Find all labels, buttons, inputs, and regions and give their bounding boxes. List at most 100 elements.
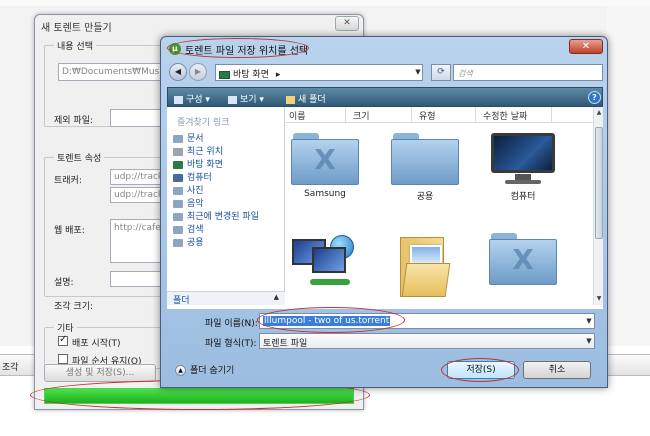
maker-title: 새 토렌트 만들기 [41,23,112,34]
scroll-up-icon[interactable]: ▲ [594,109,603,116]
list-item[interactable] [385,233,465,303]
vertical-scrollbar[interactable]: ▲ ▼ [593,107,603,305]
organize-icon [174,95,183,104]
help-icon[interactable]: ? [588,91,601,104]
views-button[interactable]: 보기 ▾ [228,92,264,105]
piece-size-label: 조각 크기: [54,302,94,312]
organize-label: 구성 ▾ [186,95,210,105]
computer-icon [491,133,555,185]
content-path-field[interactable]: D:₩Documents₩Music₩ [58,63,168,81]
favorite-documents[interactable]: 문서 [173,131,204,144]
column-modified[interactable]: 수정한 날짜 [483,109,527,122]
music-icon [173,199,183,208]
new-folder-button[interactable]: 새 폴더 [286,92,326,105]
item-label: 컴퓨터 [510,192,536,202]
background-top-strip [0,0,650,6]
chevron-up-icon: ▲ [273,293,279,301]
address-dropdown-icon[interactable]: ▼ [413,65,423,80]
favorite-label: 최근 위치 [187,147,223,157]
scroll-thumb[interactable] [595,127,603,239]
preserve-order-checkbox[interactable] [58,354,68,364]
views-icon [228,95,237,104]
back-arrow-icon[interactable]: ◀ [169,63,187,81]
file-list-pane: 이름 크기 유형 수정한 날짜 X Samsung 공용 컴퓨터 X ▲ ▼ [285,107,603,305]
web-seed-label: 웹 배포: [54,226,85,236]
column-type[interactable]: 유형 [419,109,436,122]
hide-folders-label: 폴더 숨기기 [190,366,235,376]
command-bar: 구성 ▾ 보기 ▾ 새 폴더 ? [167,87,603,107]
favorite-label: 최근에 변경된 파일 [187,212,259,222]
create-and-save-button[interactable]: 생성 및 저장(S)... [44,364,156,382]
refresh-icon[interactable]: ⟳ [431,64,451,81]
favorite-pictures[interactable]: 사진 [173,183,204,196]
favorite-public[interactable]: 공용 [173,235,204,248]
item-label: 공용 [416,192,434,202]
list-item[interactable]: X Samsung [285,133,365,199]
other-group-label: 기타 [54,321,77,334]
favorite-links-header: 즐겨찾기 링크 [177,118,230,128]
pane-bottom-edge [167,305,603,309]
content-group-label: 내용 선택 [54,39,96,52]
favorite-recent-places[interactable]: 최근 위치 [173,144,223,157]
column-header-bar: 이름 크기 유형 수정한 날짜 [285,107,593,123]
navigation-pane: 즐겨찾기 링크 문서 최근 위치 바탕 화면 컴퓨터 사진 음악 최근에 변경된… [167,107,285,305]
background-toolbar-label: 조각 [2,363,19,373]
new-folder-icon [286,95,295,104]
address-chevron-icon[interactable]: ▸ [276,70,281,80]
desktop-icon [173,160,183,169]
scroll-down-icon[interactable]: ▼ [594,295,603,302]
item-label: Samsung [304,189,346,199]
filetype-label: 파일 형식(T): [205,339,257,349]
title-annotation-ellipse [167,38,309,58]
folders-bar[interactable]: 폴더 ▲ [167,291,285,306]
column-size[interactable]: 크기 [353,109,370,122]
favorite-label: 검색 [187,225,204,235]
favorite-computer[interactable]: 컴퓨터 [173,170,212,183]
dialog-close-button[interactable]: ✕ [569,39,603,54]
favorite-desktop[interactable]: 바탕 화면 [173,157,223,170]
favorite-label: 사진 [187,186,204,196]
properties-group-label: 토렌트 속성 [54,151,105,164]
public-icon [173,238,183,247]
address-text: 바탕 화면 [233,70,269,80]
filename-dropdown-icon[interactable]: ▼ [583,314,595,328]
search-input[interactable]: 검색 [453,64,603,81]
column-separator [411,107,412,123]
organize-button[interactable]: 구성 ▾ [174,92,210,105]
documents-icon [173,134,183,143]
favorite-searches[interactable]: 검색 [173,222,204,235]
exclude-label: 제외 파일: [54,116,94,126]
searches-icon [173,225,183,234]
cancel-button[interactable]: 취소 [523,361,591,379]
recently-changed-icon [173,212,183,221]
filetype-select[interactable]: 토렌트 파일 [259,333,595,349]
address-bar[interactable]: 바탕 화면 ▸ [215,64,423,81]
favorite-recently-changed[interactable]: 최근에 변경된 파일 [173,209,259,222]
list-item[interactable]: X [483,233,563,289]
list-item[interactable] [285,233,365,295]
column-name[interactable]: 이름 [289,109,306,122]
pictures-folder-icon [400,233,451,299]
tracker-label: 트래커: [54,176,82,186]
maker-close-button[interactable]: ✕ [335,16,359,31]
list-item[interactable]: 공용 [385,133,465,202]
folder-icon: X [489,233,557,285]
favorite-music[interactable]: 음악 [173,196,204,209]
list-item[interactable]: 컴퓨터 [483,133,563,202]
favorite-label: 음악 [187,199,204,209]
views-label: 보기 ▾ [240,95,264,105]
filetype-dropdown-icon[interactable]: ▼ [583,334,595,348]
save-annotation-ellipse [441,358,519,382]
hide-folders-button[interactable]: ▲ 폴더 숨기기 [175,363,234,376]
favorite-label: 공용 [187,238,204,248]
comment-label: 설명: [54,278,74,288]
pictures-icon [173,186,183,195]
forward-arrow-icon[interactable]: ▶ [189,63,207,81]
desktop-icon [219,70,230,79]
favorite-label: 문서 [187,134,204,144]
column-separator [475,107,476,123]
filename-annotation-ellipse [257,307,405,333]
start-seeding-checkbox[interactable] [58,334,68,346]
new-folder-label: 새 폴더 [298,95,326,105]
column-separator [551,107,552,123]
